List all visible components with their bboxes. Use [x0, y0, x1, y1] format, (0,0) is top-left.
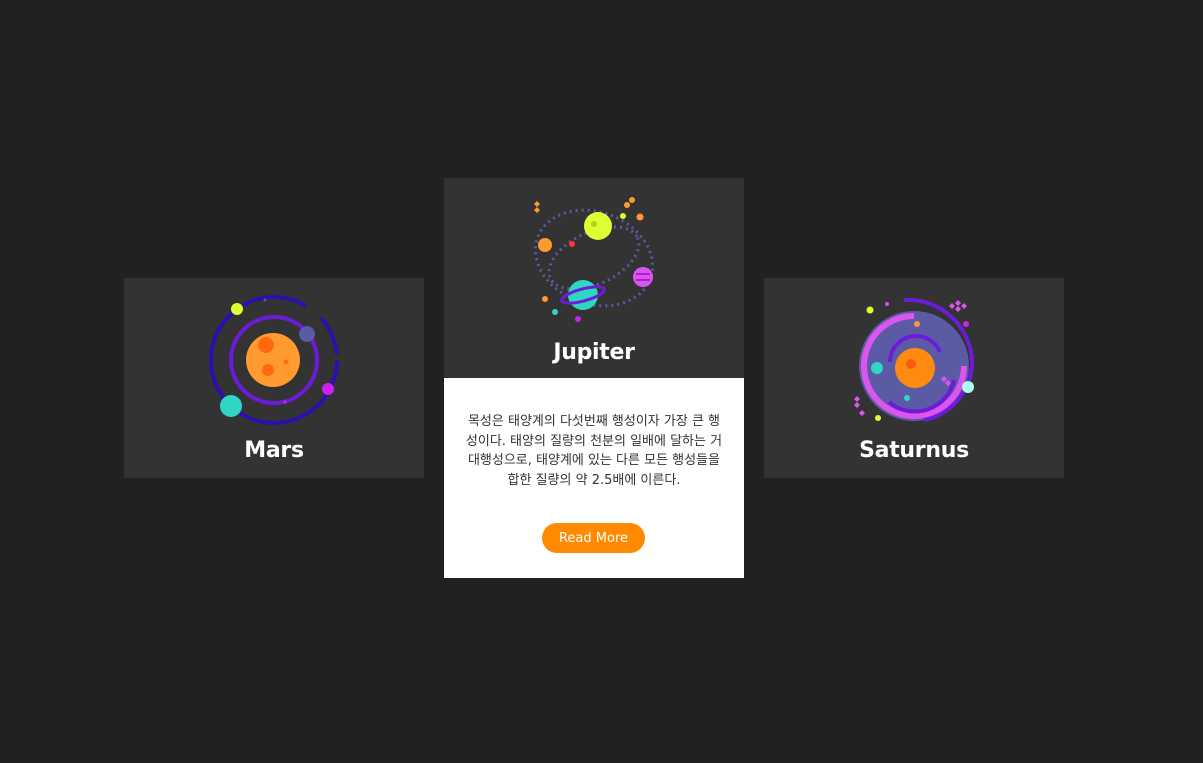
card-title: Mars [244, 438, 304, 463]
galaxy-swirl-icon [854, 297, 975, 422]
card-detail-panel: 목성은 태양계의 다섯번째 행성이자 가장 큰 행성이다. 태양의 질량의 천분… [444, 378, 744, 578]
card-title: Saturnus [859, 438, 969, 463]
orbit-planet-icon [209, 295, 339, 425]
card-title: Jupiter [553, 340, 635, 365]
card-header: Jupiter [444, 178, 744, 378]
planet-card-jupiter[interactable]: Jupiter 목성은 태양계의 다섯번째 행성이자 가장 큰 행성이다. 태양… [444, 178, 744, 578]
planet-card-mars[interactable]: Mars [124, 278, 424, 478]
read-more-button[interactable]: Read More [542, 523, 645, 553]
planetary-system-icon [533, 197, 655, 322]
planet-description: 목성은 태양계의 다섯번째 행성이자 가장 큰 행성이다. 태양의 질량의 천분… [465, 414, 723, 488]
planet-card-saturnus[interactable]: Saturnus [764, 278, 1064, 478]
